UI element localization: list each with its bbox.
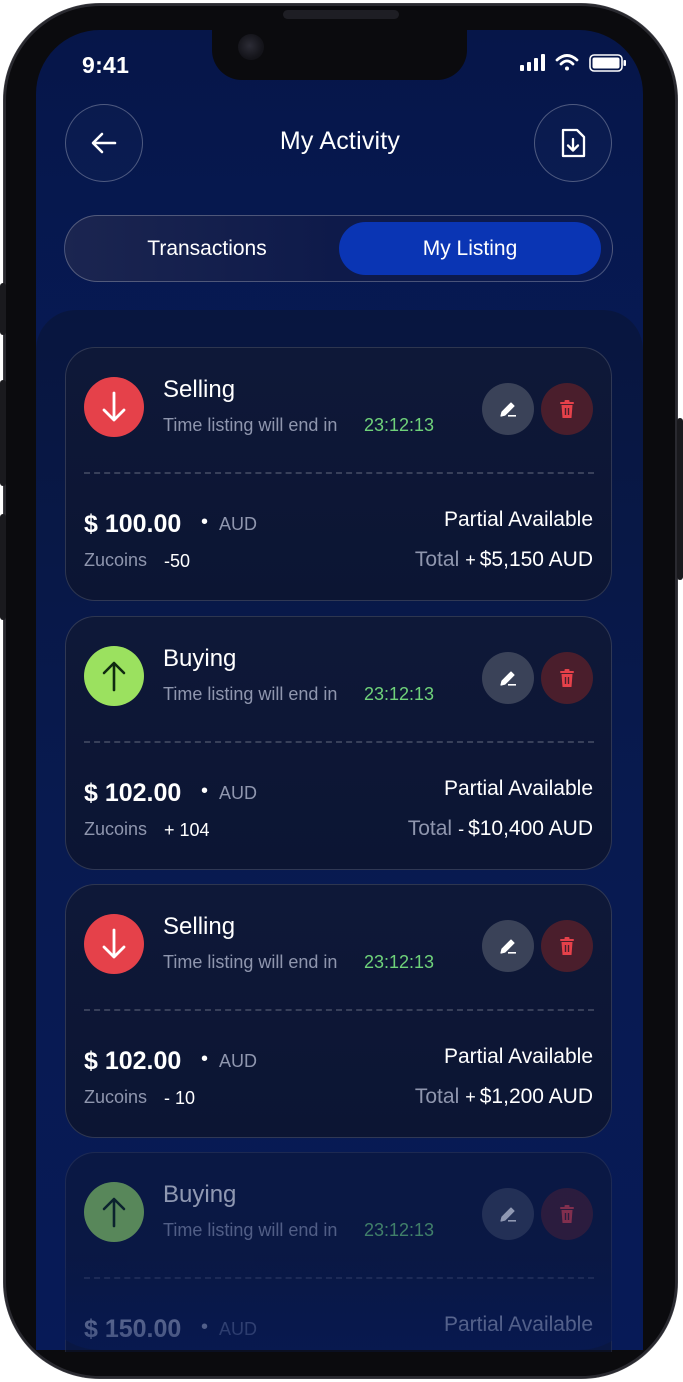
divider [84,1277,594,1279]
listing-subtitle: Time listing will end in [163,952,338,972]
listing-currency: AUD [219,783,258,803]
total-value: $10,400 AUD [468,817,593,840]
pencil-icon [500,1207,516,1222]
volume-up-button [0,380,6,486]
listing-price: $ 102.00 [84,779,182,807]
sell-type-badge [84,914,144,974]
trash-icon [560,937,574,955]
arrow-down-icon [102,391,126,422]
listing-timer: 23:12:13 [364,952,435,972]
wifi-icon [555,54,579,71]
zucoins-label: Zucoins [84,819,148,839]
listing-title: Selling [163,913,236,940]
zucoins-label: Zucoins [84,1087,148,1107]
pencil-icon [500,939,516,954]
total-value: $5,150 AUD [479,548,593,571]
delete-button[interactable] [541,920,593,972]
buy-type-badge [84,646,144,706]
delete-button[interactable] [541,383,593,435]
total-row: Total + $5,150 AUD [415,548,593,572]
listing-timer: 23:12:13 [364,415,435,435]
availability-status: Partial Available [443,1313,593,1336]
document-download-icon [561,128,586,158]
total-label: Total [407,817,453,840]
listing-subtitle: Time listing will end in [163,415,338,435]
availability-status: Partial Available [443,1045,593,1068]
listing-timer: 23:12:13 [364,1220,435,1240]
divider [84,472,594,474]
edit-button[interactable] [482,920,534,972]
separator-dot: • [201,780,209,802]
page-title: My Activity [279,127,401,155]
listing-price: $ 100.00 [84,510,182,538]
total-sign: - [458,819,465,839]
listing-currency: AUD [219,514,258,534]
arrow-down-icon [102,928,126,959]
listing-title: Buying [163,1181,237,1208]
total-label: Total [414,1085,460,1108]
listing-title: Selling [163,376,236,403]
buy-type-badge [84,1182,144,1242]
status-time: 9:41 [82,52,130,78]
divider [84,1009,594,1011]
separator-dot: • [201,1048,209,1070]
trash-icon [560,669,574,687]
tab-my-listing[interactable]: My Listing [339,222,601,275]
battery-icon [589,54,626,72]
tab-bar: Transactions My Listing [64,215,613,282]
power-button [677,418,683,580]
speaker [283,10,399,19]
edit-button[interactable] [482,383,534,435]
pencil-icon [500,402,516,417]
delete-button[interactable] [541,652,593,704]
listing-subtitle: Time listing will end in [163,1220,338,1240]
trash-icon [560,1205,574,1223]
delete-button[interactable] [541,1188,593,1240]
listing-card[interactable]: Selling Time listing will end in 23:12:1… [65,884,612,1138]
listing-title: Buying [163,645,237,672]
availability-status: Partial Available [443,777,593,800]
trash-icon [560,400,574,418]
listing-currency: AUD [219,1051,258,1071]
listing-subtitle: Time listing will end in [163,684,338,704]
availability-status: Partial Available [443,508,593,531]
zucoins-value: - 10 [164,1088,196,1108]
listing-currency: AUD [219,1319,258,1339]
divider [84,741,594,743]
download-button[interactable] [534,104,612,182]
edit-button[interactable] [482,1188,534,1240]
listing-price: $ 102.00 [84,1047,182,1075]
status-icons [518,52,628,74]
arrow-left-icon [91,132,117,154]
front-camera [238,34,264,60]
sell-type-badge [84,377,144,437]
tab-transactions[interactable]: Transactions [71,222,343,275]
total-label: Total [414,548,460,571]
total-value: $1,200 AUD [479,1085,593,1108]
back-button[interactable] [65,104,143,182]
listing-timer: 23:12:13 [364,684,435,704]
listing-card[interactable]: Buying Time listing will end in 23:12:13… [65,1152,612,1352]
separator-dot: • [201,1316,209,1338]
pencil-icon [500,671,516,686]
volume-down-button [0,514,6,620]
total-sign: + [465,1087,476,1107]
zucoins-label: Zucoins [84,550,148,570]
zucoins-value: -50 [164,551,191,571]
arrow-up-icon [102,1197,126,1228]
cellular-signal-icon [520,54,545,71]
total-row: Total + $1,200 AUD [415,1085,593,1109]
total-sign: + [465,550,476,570]
silent-switch [0,283,6,335]
listing-card[interactable]: Selling Time listing will end in 23:12:1… [65,347,612,601]
zucoins-value: + 104 [164,820,210,840]
arrow-up-icon [102,661,126,692]
separator-dot: • [201,511,209,533]
listing-price: $ 150.00 [84,1315,182,1343]
edit-button[interactable] [482,652,534,704]
listing-card[interactable]: Buying Time listing will end in 23:12:13… [65,616,612,870]
total-row: Total - $10,400 AUD [408,817,593,841]
